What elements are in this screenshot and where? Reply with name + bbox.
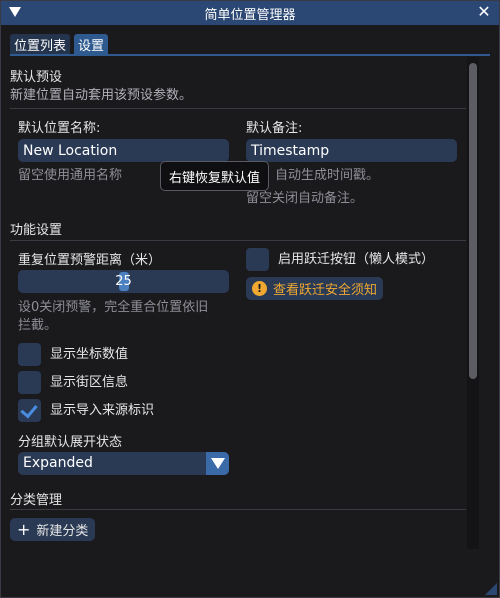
jump-safety-label: 查看跃迁安全须知: [273, 283, 378, 298]
tab-bar: 位置列表 设置: [10, 34, 109, 55]
jump-button-label[interactable]: 启用跃迁按钮（懒人模式）: [278, 248, 434, 271]
dup-distance-hint-line1: 设0关闭预警，完全重合位置依旧: [18, 300, 209, 315]
group-state-select[interactable]: Expanded: [18, 452, 229, 475]
show-coords-checkbox[interactable]: [18, 343, 41, 366]
close-icon[interactable]: ✕: [475, 3, 493, 21]
features-separator: [10, 240, 466, 241]
group-state-label: 分组默认展开状态: [18, 435, 123, 450]
dup-distance-value: 25: [115, 274, 132, 289]
chevron-down-icon[interactable]: [206, 452, 229, 475]
add-category-button[interactable]: + 新建分类: [10, 518, 96, 541]
settings-window: 简单位置管理器 ✕ 位置列表 设置 默认预设 新建位置自动套用该预设参数。 默认…: [0, 0, 500, 598]
add-category-label: 新建分类: [36, 524, 89, 539]
settings-content: 默认预设 新建位置自动套用该预设参数。 默认位置名称: New Location…: [1, 57, 481, 598]
dup-distance-hint-line2: 拦截。: [18, 318, 58, 333]
dup-distance-slider[interactable]: 25: [18, 270, 229, 293]
warning-icon: !: [252, 281, 267, 296]
default-name-input[interactable]: New Location: [18, 139, 229, 162]
default-name-label: 默认位置名称:: [18, 121, 101, 136]
categories-section-title: 分类管理: [10, 493, 63, 508]
show-district-checkbox[interactable]: [18, 371, 41, 394]
tab-settings[interactable]: 设置: [74, 34, 109, 55]
group-state-value: Expanded: [23, 455, 93, 471]
default-note-hint-line2: 留空关闭自动备注。: [246, 191, 364, 206]
default-note-label: 默认备注:: [246, 121, 303, 136]
plus-icon: +: [17, 520, 31, 539]
reset-tooltip: 右键恢复默认值: [160, 161, 270, 191]
jump-safety-button[interactable]: ! 查看跃迁安全须知: [246, 277, 384, 300]
jump-button-checkbox[interactable]: [246, 248, 269, 271]
collapse-triangle-icon[interactable]: [9, 7, 21, 17]
default-note-hint-line1: 自动生成时间戳。: [275, 168, 380, 183]
tab-underline: [10, 54, 490, 56]
defaults-separator: [10, 108, 466, 109]
features-section-title: 功能设置: [10, 223, 63, 238]
categories-separator: [10, 509, 466, 510]
tab-location-list[interactable]: 位置列表: [10, 34, 71, 55]
resize-grip-icon[interactable]: [485, 583, 497, 595]
default-note-input[interactable]: Timestamp: [246, 139, 457, 162]
show-district-label[interactable]: 显示街区信息: [50, 371, 128, 394]
dup-distance-label: 重复位置预警距离（米）: [18, 253, 162, 268]
title-bar[interactable]: 简单位置管理器 ✕: [1, 1, 499, 25]
show-import-checkbox[interactable]: [18, 399, 41, 422]
scrollbar-thumb[interactable]: [469, 63, 477, 379]
window-title: 简单位置管理器: [204, 7, 296, 23]
show-coords-label[interactable]: 显示坐标数值: [50, 343, 128, 366]
default-name-hint: 留空使用通用名称: [18, 168, 123, 183]
vertical-scrollbar[interactable]: [467, 57, 479, 549]
show-import-label[interactable]: 显示导入来源标识: [50, 399, 154, 422]
defaults-section-title: 默认预设: [10, 70, 63, 85]
defaults-description: 新建位置自动套用该预设参数。: [10, 88, 193, 103]
